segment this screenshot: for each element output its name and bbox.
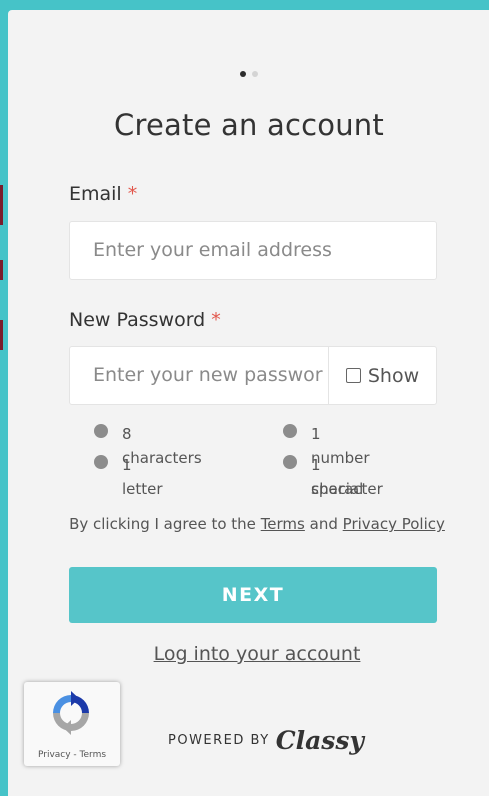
agreement-and: and <box>309 515 338 533</box>
login-link[interactable]: Log into your account <box>8 643 489 665</box>
recaptcha-logo-icon <box>53 691 89 735</box>
required-marker: * <box>127 183 138 205</box>
show-password-checkbox[interactable] <box>345 368 361 383</box>
page-title: Create an account <box>114 108 384 142</box>
requirement-label-continued: character <box>311 480 383 498</box>
email-input[interactable]: Enter your email address <box>69 221 437 280</box>
requirement-label: 1 letter <box>122 456 163 498</box>
terms-link[interactable]: Terms <box>261 515 305 533</box>
signup-modal: Create an account Email * Enter your emai… <box>8 10 489 796</box>
requirement-status-icon <box>283 455 297 469</box>
powered-by: POWERED BY Classy <box>168 726 364 755</box>
required-marker: * <box>211 309 221 331</box>
agreement-text: By clicking I agree to the Terms and Pri… <box>8 515 489 533</box>
show-password-toggle[interactable]: Show <box>329 347 436 404</box>
email-label-text: Email <box>69 183 122 205</box>
classy-logo: Classy <box>275 726 364 755</box>
show-password-label: Show <box>367 364 420 387</box>
page-edge-mark <box>0 320 3 350</box>
recaptcha-links[interactable]: Privacy - Terms <box>24 750 120 760</box>
email-label: Email * <box>69 183 137 205</box>
agreement-prefix: By clicking I agree to the <box>69 515 256 533</box>
privacy-policy-link[interactable]: Privacy Policy <box>343 515 445 533</box>
next-button[interactable]: NEXT <box>69 567 437 623</box>
step-dot-inactive <box>252 71 258 77</box>
password-field-group: Enter your new passwor Show <box>69 346 437 405</box>
password-label-text: New Password <box>69 309 206 331</box>
password-input[interactable]: Enter your new passwor <box>70 347 328 404</box>
requirement-status-icon <box>283 424 297 438</box>
password-label: New Password * <box>69 309 221 331</box>
page-edge-mark <box>0 185 3 225</box>
step-indicator <box>8 71 489 77</box>
step-dot-active <box>240 71 246 77</box>
recaptcha-badge[interactable]: Privacy - Terms <box>24 682 120 766</box>
requirement-status-icon <box>94 455 108 469</box>
powered-by-text: POWERED BY <box>168 733 270 748</box>
requirement-status-icon <box>94 424 108 438</box>
page-edge-mark <box>0 260 3 280</box>
